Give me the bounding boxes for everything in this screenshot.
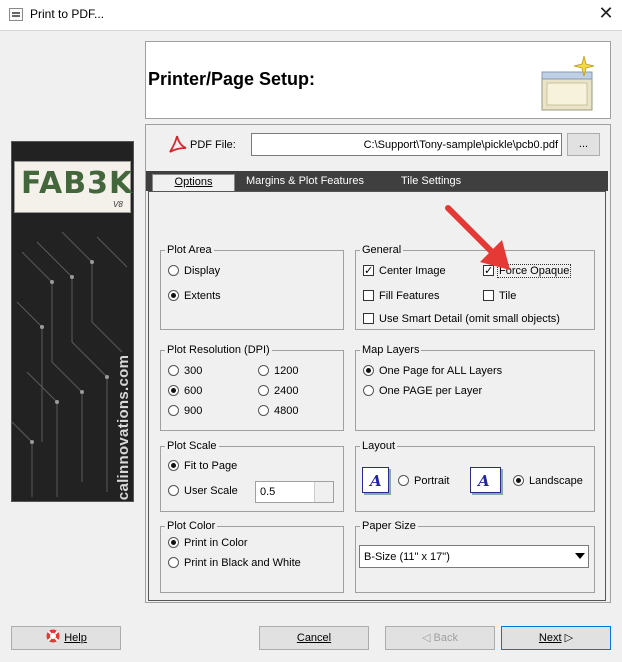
close-icon[interactable]: ✕ — [594, 2, 618, 26]
extents-label: Extents — [184, 290, 221, 302]
portrait-preview-letter: A — [370, 472, 382, 490]
dpi-600-radio[interactable] — [168, 385, 179, 396]
print-bw-radio[interactable] — [168, 557, 179, 568]
dpi-900-radio[interactable] — [168, 405, 179, 416]
dpi-300-label: 300 — [184, 365, 203, 377]
help-label: Help — [64, 632, 87, 644]
portrait-radio[interactable] — [398, 475, 409, 486]
landscape-preview-letter: A — [478, 472, 490, 490]
back-button[interactable]: ◁ Back — [385, 626, 495, 650]
extents-radio[interactable] — [168, 290, 179, 301]
smart-detail-checkbox[interactable] — [363, 313, 374, 324]
tab-options-label: Options — [174, 176, 213, 188]
fit-to-page-radio[interactable] — [168, 460, 179, 471]
annotation-arrow — [445, 205, 510, 270]
one-page-all-layers-radio[interactable] — [363, 365, 374, 376]
tile-label: Tile — [499, 290, 517, 302]
tile-checkbox[interactable] — [483, 290, 494, 301]
general-title: General — [362, 244, 402, 256]
back-label: Back — [433, 632, 458, 644]
plot-scale-title: Plot Scale — [167, 440, 217, 452]
plot-resolution-title: Plot Resolution (DPI) — [167, 344, 270, 356]
dpi-900-label: 900 — [184, 405, 203, 417]
dpi-2400-radio[interactable] — [258, 385, 269, 396]
header-banner: Printer/Page Setup: — [145, 41, 611, 119]
plot-area-group: Plot Area — [160, 244, 344, 330]
fill-features-checkbox[interactable] — [363, 290, 374, 301]
help-button[interactable]: Help — [11, 626, 121, 650]
user-scale-input[interactable]: 0.5 — [255, 481, 334, 503]
print-color-radio[interactable] — [168, 537, 179, 548]
landscape-radio[interactable] — [513, 475, 524, 486]
dpi-1200-radio[interactable] — [258, 365, 269, 376]
center-image-label: Center Image — [379, 265, 446, 277]
page-title: Printer/Page Setup: — [148, 69, 316, 89]
fit-to-page-label: Fit to Page — [184, 460, 238, 472]
user-scale-label: User Scale — [184, 485, 238, 497]
landscape-label: Landscape — [529, 475, 583, 487]
portrait-label: Portrait — [414, 475, 450, 487]
plot-color-title: Plot Color — [167, 520, 216, 532]
portrait-preview-icon: A — [362, 467, 389, 493]
plot-area-title: Plot Area — [167, 244, 212, 256]
dpi-4800-label: 4800 — [274, 405, 299, 417]
display-radio[interactable] — [168, 265, 179, 276]
one-page-per-layer-radio[interactable] — [363, 385, 374, 396]
dpi-2400-label: 2400 — [274, 385, 299, 397]
chevron-down-icon[interactable] — [575, 553, 585, 559]
paper-size-select[interactable]: B-Size (11" x 17") — [359, 545, 589, 568]
pdf-file-icon — [169, 135, 187, 153]
pdf-file-label: PDF File: — [190, 139, 236, 151]
browse-button[interactable]: ... — [567, 133, 600, 156]
dpi-1200-label: 1200 — [274, 365, 299, 377]
tab-tile-settings[interactable]: Tile Settings — [401, 174, 461, 191]
vendor-url-text: numericalinnovations.com — [115, 354, 132, 502]
one-page-all-layers-label: One Page for ALL Layers — [379, 365, 503, 377]
logo-version: V8 — [113, 200, 123, 209]
cancel-label: Cancel — [296, 632, 332, 644]
help-lifebuoy-icon — [46, 629, 60, 643]
dpi-600-label: 600 — [184, 385, 203, 397]
center-image-checkbox[interactable]: ✓ — [363, 265, 374, 276]
map-layers-title: Map Layers — [362, 344, 420, 356]
dpi-300-radio[interactable] — [168, 365, 179, 376]
print-color-label: Print in Color — [184, 537, 248, 549]
logo-text: FAB3K — [21, 166, 134, 201]
chevron-left-icon: ◁ — [422, 632, 434, 644]
fab3k-logo: FAB3K V8 — [14, 161, 134, 213]
smart-detail-label: Use Smart Detail (omit small objects) — [379, 313, 560, 325]
one-page-per-layer-label: One PAGE per Layer — [379, 385, 483, 397]
user-scale-radio[interactable] — [168, 485, 179, 496]
title-bar: Print to PDF... ✕ — [0, 0, 622, 30]
pdf-file-input[interactable]: C:\Support\Tony-sample\pickle\pcb0.pdf — [251, 133, 562, 156]
tab-options[interactable]: Options — [152, 174, 235, 191]
chevron-right-icon: ▷ — [561, 632, 574, 644]
paper-size-title: Paper Size — [362, 520, 416, 532]
dpi-4800-radio[interactable] — [258, 405, 269, 416]
layout-title: Layout — [362, 440, 396, 452]
display-label: Display — [184, 265, 221, 277]
page-setup-icon — [541, 55, 595, 111]
next-label: Next — [538, 632, 562, 644]
landscape-preview-icon: A — [470, 467, 501, 493]
tab-margins[interactable]: Margins & Plot Features — [246, 174, 364, 191]
fill-features-label: Fill Features — [379, 290, 440, 302]
sidebar-banner: FAB3K V8 numericalinnovations.com — [11, 141, 134, 502]
next-button[interactable]: Next ▷ — [501, 626, 611, 650]
cancel-button[interactable]: Cancel — [259, 626, 369, 650]
print-bw-label: Print in Black and White — [184, 557, 301, 569]
window-title: Print to PDF... — [30, 7, 105, 21]
app-icon — [9, 8, 23, 21]
